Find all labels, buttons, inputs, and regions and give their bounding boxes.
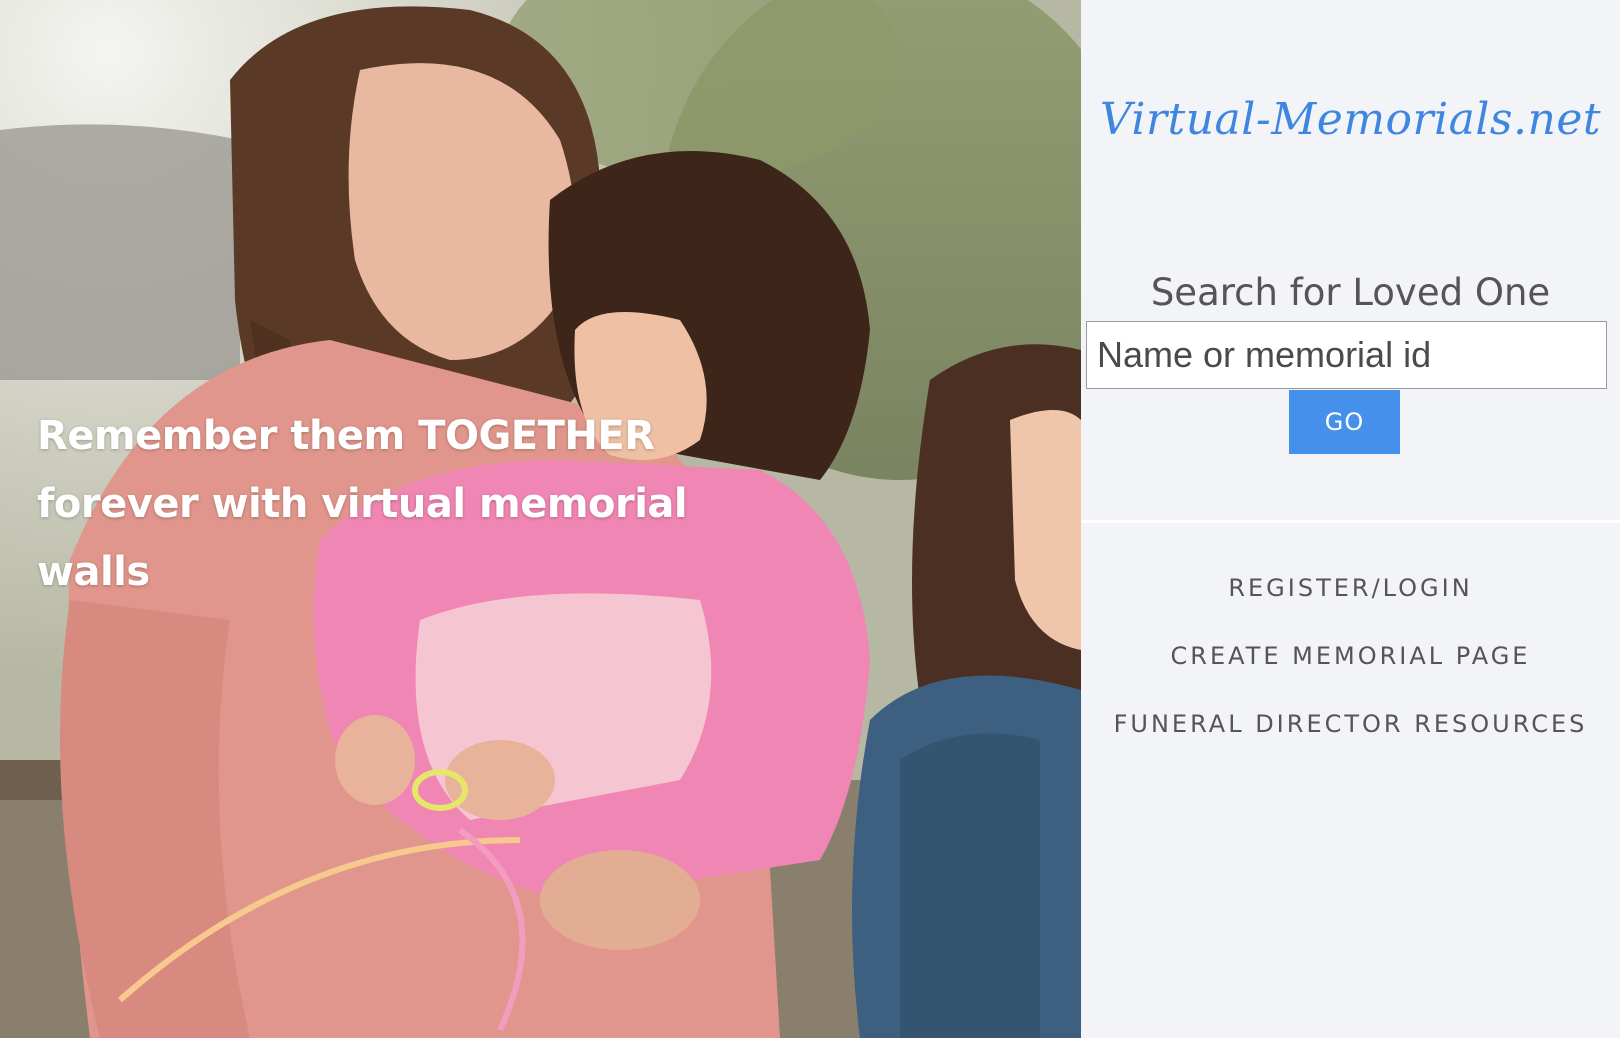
create-memorial-page-link[interactable]: CREATE MEMORIAL PAGE [1171,642,1531,670]
nav-item-funeral-director: FUNERAL DIRECTOR RESOURCES [1081,703,1620,771]
register-login-link[interactable]: REGISTER/LOGIN [1228,574,1472,602]
sidebar: Virtual-Memorials.net Search for Loved O… [1081,0,1620,1038]
hero-section: Remember them TOGETHER forever with virt… [0,0,1081,1038]
brand-logo[interactable]: Virtual-Memorials.net [1081,94,1620,145]
hero-tagline: Remember them TOGETHER forever with virt… [37,413,688,595]
divider [1081,520,1620,523]
go-button[interactable]: GO [1289,390,1400,454]
search-title: Search for Loved One [1150,270,1551,314]
page: Remember them TOGETHER forever with virt… [0,0,1620,1038]
nav-menu: REGISTER/LOGIN CREATE MEMORIAL PAGE FUNE… [1081,567,1620,771]
funeral-director-resources-link[interactable]: FUNERAL DIRECTOR RESOURCES [1114,710,1588,738]
nav-item-create-memorial: CREATE MEMORIAL PAGE [1081,635,1620,703]
nav-item-register-login: REGISTER/LOGIN [1081,567,1620,635]
search-input[interactable] [1086,321,1607,389]
